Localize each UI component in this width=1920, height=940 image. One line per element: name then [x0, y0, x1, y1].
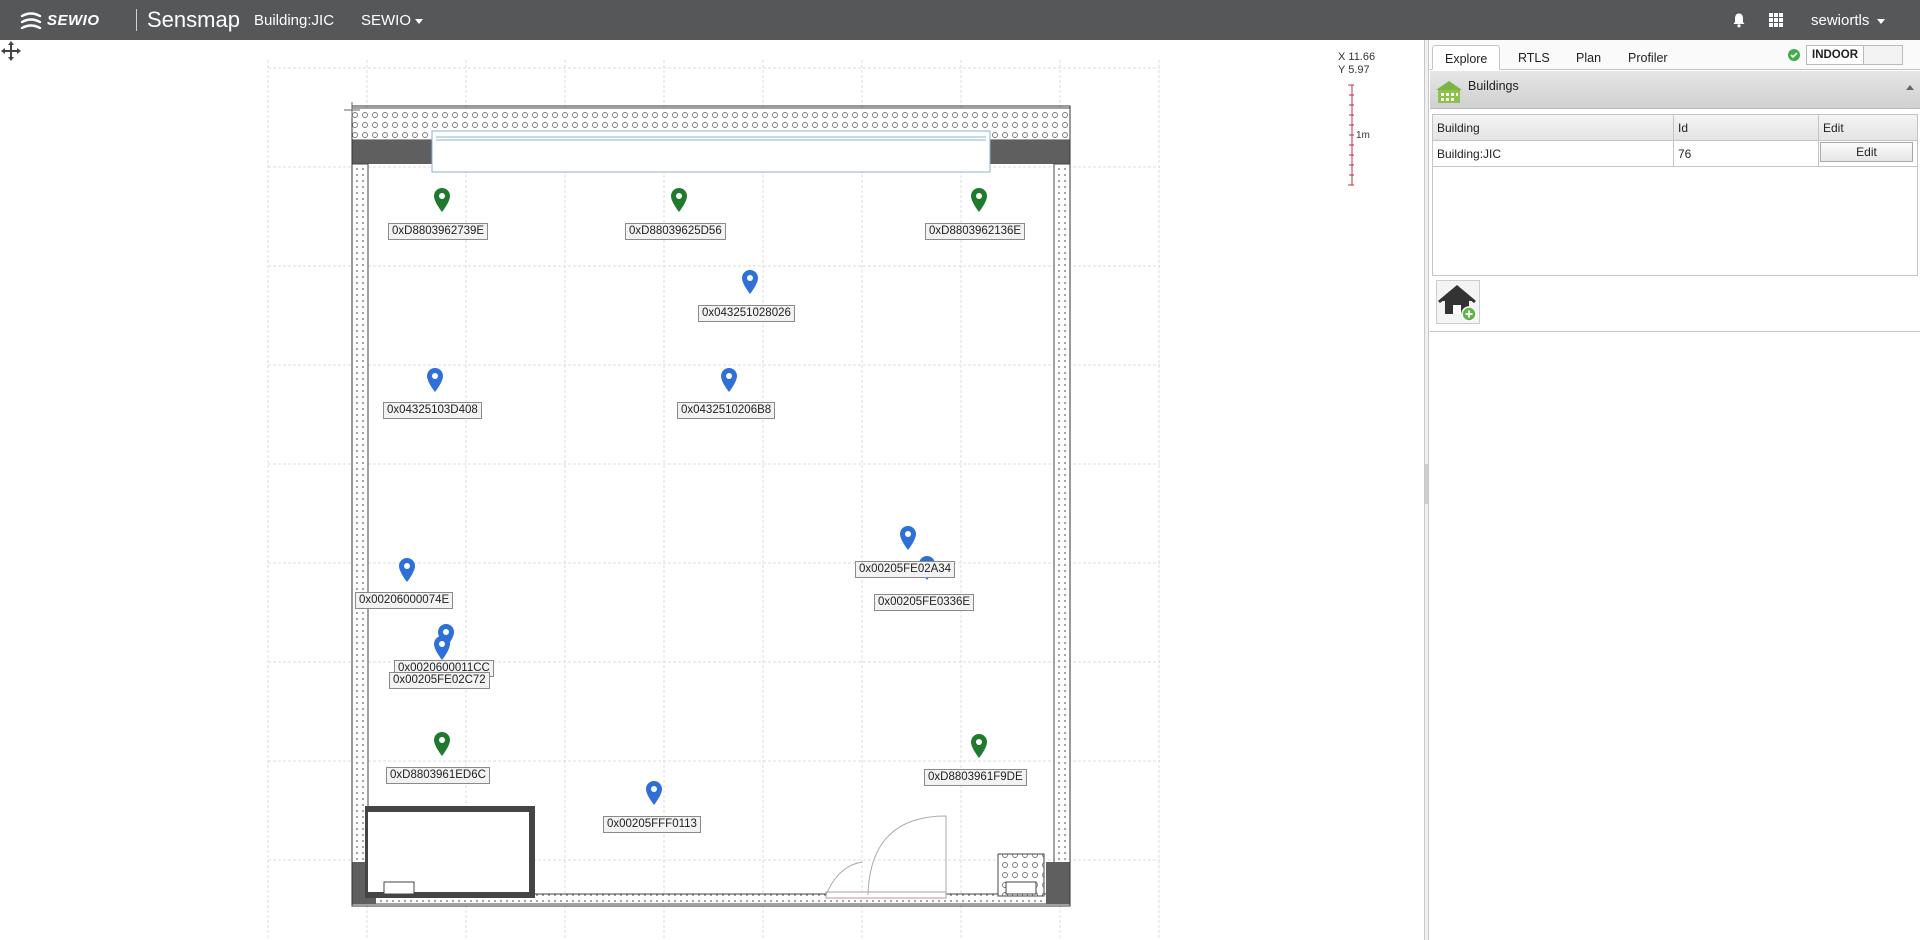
panel-divider: [1430, 331, 1920, 332]
splitter-grip[interactable]: [1425, 464, 1428, 504]
tag-pin-icon[interactable]: [721, 368, 737, 392]
user-name: sewiortls: [1811, 12, 1870, 29]
floor-plan-drawing: 1m: [267, 60, 1370, 940]
tag-label[interactable]: 0xD8803961F9DE: [924, 769, 1027, 786]
tab-explore[interactable]: Explore: [1432, 45, 1501, 70]
buildings-section-header[interactable]: Buildings: [1430, 71, 1920, 109]
edit-cell: Edit: [1819, 141, 1917, 166]
column-header-edit: Edit: [1823, 121, 1844, 135]
scale-label: 1m: [1356, 130, 1370, 141]
chevron-down-icon: [415, 18, 424, 24]
organization-menu[interactable]: SEWIO: [361, 12, 424, 29]
move-icon[interactable]: [0, 40, 22, 62]
side-panel: Explore RTLS Plan Profiler INDOOR Buildi…: [1430, 40, 1920, 940]
tag-pin-icon[interactable]: [742, 270, 758, 294]
tag-label[interactable]: 0x00205FE02C72: [389, 672, 490, 689]
panel-splitter[interactable]: [1424, 40, 1429, 940]
anchor-pin-icon[interactable]: [434, 732, 450, 756]
connection-status-icon: [1788, 49, 1800, 61]
header-divider: [136, 9, 137, 31]
building-id-cell: 76: [1674, 141, 1819, 166]
tag-label[interactable]: 0xD88039625D56: [625, 223, 726, 240]
tag-label[interactable]: 0x04325103D408: [383, 402, 482, 419]
apps-grid-icon[interactable]: [1769, 13, 1783, 27]
building-breadcrumb[interactable]: Building:JIC: [254, 12, 334, 29]
chevron-up-icon[interactable]: [1906, 85, 1914, 90]
chevron-down-icon: [1877, 18, 1886, 24]
tag-pin-icon[interactable]: [399, 558, 415, 582]
tag-label[interactable]: 0x00205FE0336E: [874, 594, 975, 611]
top-bar: SEWIO Sensmap Building:JIC SEWIO sewiort…: [0, 0, 1920, 40]
bell-icon[interactable]: [1731, 12, 1747, 28]
add-building-button[interactable]: [1436, 280, 1480, 324]
tag-label[interactable]: 0xD8803962739E: [388, 223, 489, 240]
column-header-id[interactable]: Id: [1674, 115, 1819, 140]
anchor-pin-icon[interactable]: [434, 188, 450, 212]
floor-plan-map[interactable]: 1m X 11.66 Y 5.97 0xD8803962739E 0xD8803…: [0, 40, 1424, 940]
buildings-table: Building Id Edit Building:JIC 76 Edit: [1432, 114, 1918, 276]
add-building-icon: [1438, 285, 1477, 322]
tag-pin-icon[interactable]: [434, 636, 450, 660]
anchor-pin-icon[interactable]: [971, 734, 987, 758]
table-header: Building Id Edit: [1433, 115, 1917, 141]
tab-profiler[interactable]: Profiler: [1616, 45, 1680, 70]
outdoor-mode-button[interactable]: [1863, 45, 1903, 65]
column-header-building[interactable]: Building: [1433, 115, 1674, 140]
user-menu[interactable]: sewiortls: [1811, 12, 1886, 29]
table-row[interactable]: Building:JIC 76 Edit: [1433, 141, 1917, 167]
edit-building-button[interactable]: Edit: [1820, 142, 1913, 162]
building-name-cell: Building:JIC: [1433, 141, 1674, 166]
indoor-mode-button[interactable]: INDOOR: [1806, 45, 1864, 65]
tag-label[interactable]: 0x043251028026: [698, 305, 795, 322]
table-empty-area: [1433, 167, 1917, 275]
tag-label[interactable]: 0x0432510206B8: [677, 402, 776, 419]
tab-rtls[interactable]: RTLS: [1506, 45, 1562, 70]
tag-label[interactable]: 0xD8803962136E: [925, 223, 1026, 240]
tag-pin-icon[interactable]: [646, 781, 662, 805]
buildings-icon: [1436, 81, 1462, 103]
logo-text: SEWIO: [47, 11, 100, 29]
tag-label[interactable]: 0xD8803961ED6C: [386, 767, 490, 784]
tag-label[interactable]: 0x00206000074E: [355, 592, 454, 609]
tag-pin-icon[interactable]: [900, 526, 916, 550]
coord-x: X 11.66: [1338, 51, 1376, 63]
tag-pin-icon[interactable]: [427, 368, 443, 392]
anchor-pin-icon[interactable]: [671, 188, 687, 212]
buildings-section-title: Buildings: [1468, 79, 1519, 93]
tag-label[interactable]: 0x00205FE02A34: [855, 561, 956, 578]
tab-plan[interactable]: Plan: [1564, 45, 1613, 70]
sewio-logo[interactable]: SEWIO: [20, 10, 100, 30]
sewio-logo-icon: [20, 12, 42, 29]
cursor-coordinates: X 11.66 Y 5.97: [1338, 51, 1375, 77]
coord-y: Y 5.97: [1338, 64, 1370, 76]
app-name: Sensmap: [147, 7, 240, 32]
organization-label: SEWIO: [361, 12, 412, 29]
panel-tabs: Explore RTLS Plan Profiler INDOOR: [1430, 40, 1920, 70]
tag-label[interactable]: 0x00205FFF0113: [603, 816, 701, 833]
anchor-pin-icon[interactable]: [971, 188, 987, 212]
